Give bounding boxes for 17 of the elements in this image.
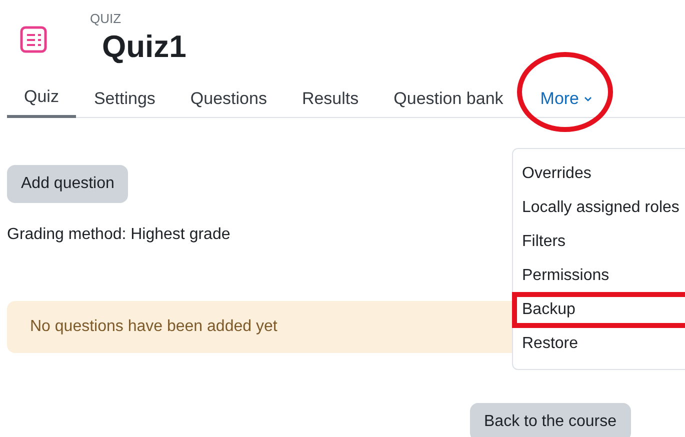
nav-tab[interactable]: Results <box>284 79 376 118</box>
add-question-button[interactable]: Add question <box>7 165 128 204</box>
quiz-icon <box>20 26 47 53</box>
menu-item[interactable]: Locally assigned roles <box>513 191 685 225</box>
menu-item[interactable]: Permissions <box>513 259 685 293</box>
menu-item[interactable]: Overrides <box>513 157 685 191</box>
page-title: Quiz1 <box>102 28 186 66</box>
back-to-course-button[interactable]: Back to the course <box>470 403 631 437</box>
nav-tab[interactable]: Quiz <box>7 79 76 118</box>
nav-tab[interactable]: Settings <box>76 79 172 118</box>
nav-tab[interactable]: Questions <box>173 79 284 118</box>
context-label: QUIZ <box>90 12 122 25</box>
nav-tab[interactable]: More <box>523 79 610 118</box>
menu-item[interactable]: Filters <box>513 225 685 259</box>
grading-method-text: Grading method: Highest grade <box>7 225 230 246</box>
caret-icon <box>583 95 594 104</box>
nav-tab[interactable]: Question bank <box>376 79 520 118</box>
